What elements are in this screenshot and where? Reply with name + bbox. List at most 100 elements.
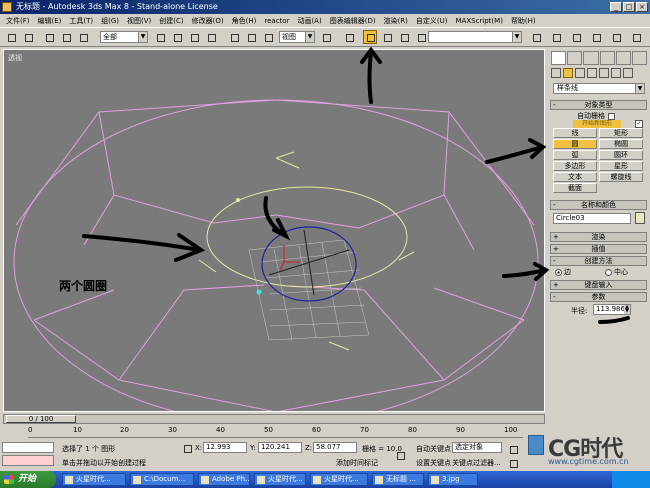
key-filters-button[interactable]: 关键点过滤器... — [452, 458, 501, 468]
window-crossing-icon[interactable] — [204, 30, 218, 44]
add-time-tag[interactable]: 添加时间标记 — [336, 458, 378, 468]
start-button[interactable]: 开始 — [0, 471, 56, 488]
key-mode-icon[interactable] — [506, 456, 520, 470]
percent-snap-icon[interactable] — [397, 30, 411, 44]
maximize-button[interactable]: □ — [623, 2, 635, 12]
object-type-rollout[interactable]: - 对象类型 — [550, 100, 647, 110]
motion-tab-icon[interactable] — [599, 51, 615, 65]
spinner-arrows-icon[interactable]: ▲ ▼ — [624, 305, 630, 314]
name-color-rollout[interactable]: - 名称和颜色 — [550, 200, 647, 210]
menu-views[interactable]: 视图(V) — [123, 16, 155, 26]
track-bar[interactable]: 0 10 20 30 40 50 60 70 80 90 100 — [28, 426, 523, 438]
menu-graph-editors[interactable]: 图表编辑器(D) — [326, 16, 380, 26]
align-icon[interactable] — [549, 30, 563, 44]
star-button[interactable]: 星形 — [599, 161, 643, 171]
donut-button[interactable]: 圆环 — [599, 150, 643, 160]
pivot-center-icon[interactable] — [319, 30, 333, 44]
menu-edit[interactable]: 编辑(E) — [34, 16, 66, 26]
center-radio[interactable]: 中心 — [605, 267, 628, 277]
menu-reactor[interactable]: reactor — [260, 17, 293, 25]
minimize-button[interactable]: _ — [610, 2, 622, 12]
lock-selection-icon[interactable] — [180, 441, 194, 455]
material-editor-icon[interactable] — [609, 30, 623, 44]
menu-maxscript[interactable]: MAXScript(M) — [452, 17, 507, 25]
menu-customize[interactable]: 自定义(U) — [412, 16, 452, 26]
edge-radio[interactable]: 边 — [555, 267, 571, 277]
menu-group[interactable]: 组(G) — [97, 16, 123, 26]
systems-icon[interactable] — [623, 68, 633, 78]
hierarchy-tab-icon[interactable] — [583, 51, 599, 65]
cameras-icon[interactable] — [587, 68, 597, 78]
rendering-rollout[interactable]: + 渲染 — [550, 232, 647, 242]
display-tab-icon[interactable] — [615, 51, 631, 65]
select-object-icon[interactable] — [153, 30, 167, 44]
text-button[interactable]: 文本 — [553, 172, 597, 182]
selection-region-icon[interactable] — [187, 30, 201, 44]
taskbar-item[interactable]: 3.jpg — [428, 473, 478, 486]
angle-snap-icon[interactable] — [380, 30, 394, 44]
ref-coord-dropdown[interactable]: 视图 ▼ — [279, 31, 315, 43]
arc-button[interactable]: 弧 — [553, 150, 597, 160]
z-coord-field[interactable]: 58.077 — [313, 442, 357, 453]
select-manipulate-icon[interactable] — [342, 30, 356, 44]
object-color-swatch[interactable] — [635, 212, 645, 224]
curve-editor-icon[interactable] — [589, 30, 603, 44]
taskbar-item[interactable]: Adobe Ph... — [198, 473, 250, 486]
line-button[interactable]: 线 — [553, 128, 597, 138]
menu-help[interactable]: 帮助(H) — [507, 16, 540, 26]
radius-spinner[interactable]: 113.986 ▲ ▼ — [593, 304, 631, 315]
start-new-shape-checkbox[interactable]: ✓ — [635, 120, 643, 128]
layer-manager-icon[interactable] — [569, 30, 583, 44]
menu-character[interactable]: 角色(H) — [228, 16, 261, 26]
menu-file[interactable]: 文件(F) — [2, 16, 34, 26]
object-name-input[interactable]: Circle03 — [553, 213, 631, 224]
menu-tools[interactable]: 工具(T) — [65, 16, 97, 26]
select-by-name-icon[interactable] — [170, 30, 184, 44]
selection-filter-dropdown[interactable]: 全部 ▼ — [100, 31, 148, 43]
unlink-icon[interactable] — [59, 30, 73, 44]
rotate-icon[interactable] — [244, 30, 258, 44]
auto-key-button[interactable]: 自动关键点 — [416, 444, 451, 454]
time-slider-track[interactable]: 0 / 100 — [3, 414, 545, 424]
snaps-toggle-icon[interactable] — [363, 30, 377, 44]
keyboard-entry-rollout[interactable]: + 键盘输入 — [550, 280, 647, 290]
menu-animation[interactable]: 动画(A) — [293, 16, 325, 26]
taskbar-item[interactable]: 火星时代... — [62, 473, 126, 486]
circle-button[interactable]: 圆 — [553, 139, 597, 149]
time-slider[interactable]: 0 / 100 — [6, 415, 76, 423]
set-key-button[interactable]: 设置关键点 — [416, 458, 451, 468]
lights-icon[interactable] — [575, 68, 585, 78]
space-warps-icon[interactable] — [611, 68, 621, 78]
ngon-button[interactable]: 多边形 — [553, 161, 597, 171]
link-icon[interactable] — [42, 30, 56, 44]
utilities-tab-icon[interactable] — [631, 51, 648, 65]
menu-rendering[interactable]: 渲染(R) — [380, 16, 412, 26]
geometry-icon[interactable] — [551, 68, 561, 78]
perspective-viewport[interactable]: 透视 两个圆圈 — [3, 49, 545, 412]
helpers-icon[interactable] — [599, 68, 609, 78]
taskbar-item[interactable]: 火星时代... — [310, 473, 368, 486]
maxscript-listener[interactable] — [2, 442, 54, 453]
x-coord-field[interactable]: 12.993 — [203, 442, 247, 453]
key-icon[interactable] — [393, 448, 407, 462]
start-new-shape-button[interactable]: 开始新图形 — [573, 120, 621, 128]
move-icon[interactable] — [227, 30, 241, 44]
scale-icon[interactable] — [261, 30, 275, 44]
maxscript-output[interactable] — [2, 455, 54, 466]
named-selection-dropdown[interactable]: ▼ — [428, 31, 522, 43]
undo-icon[interactable] — [4, 30, 18, 44]
helix-button[interactable]: 螺旋线 — [599, 172, 643, 182]
selected-set-dropdown[interactable]: 选定对象 — [452, 442, 502, 453]
menu-create[interactable]: 创建(C) — [155, 16, 187, 26]
section-button[interactable]: 截面 — [553, 183, 597, 193]
goto-start-icon[interactable] — [506, 442, 520, 456]
y-coord-field[interactable]: 120.241 — [258, 442, 302, 453]
creation-method-rollout[interactable]: - 创建方法 — [550, 256, 647, 266]
render-icon[interactable] — [629, 30, 643, 44]
bind-space-warp-icon[interactable] — [76, 30, 90, 44]
close-button[interactable]: × — [636, 2, 648, 12]
taskbar-item[interactable]: 火星时代... — [254, 473, 306, 486]
mirror-icon[interactable] — [529, 30, 543, 44]
create-tab-icon[interactable] — [551, 51, 567, 65]
menu-modifiers[interactable]: 修改器(O) — [188, 16, 228, 26]
